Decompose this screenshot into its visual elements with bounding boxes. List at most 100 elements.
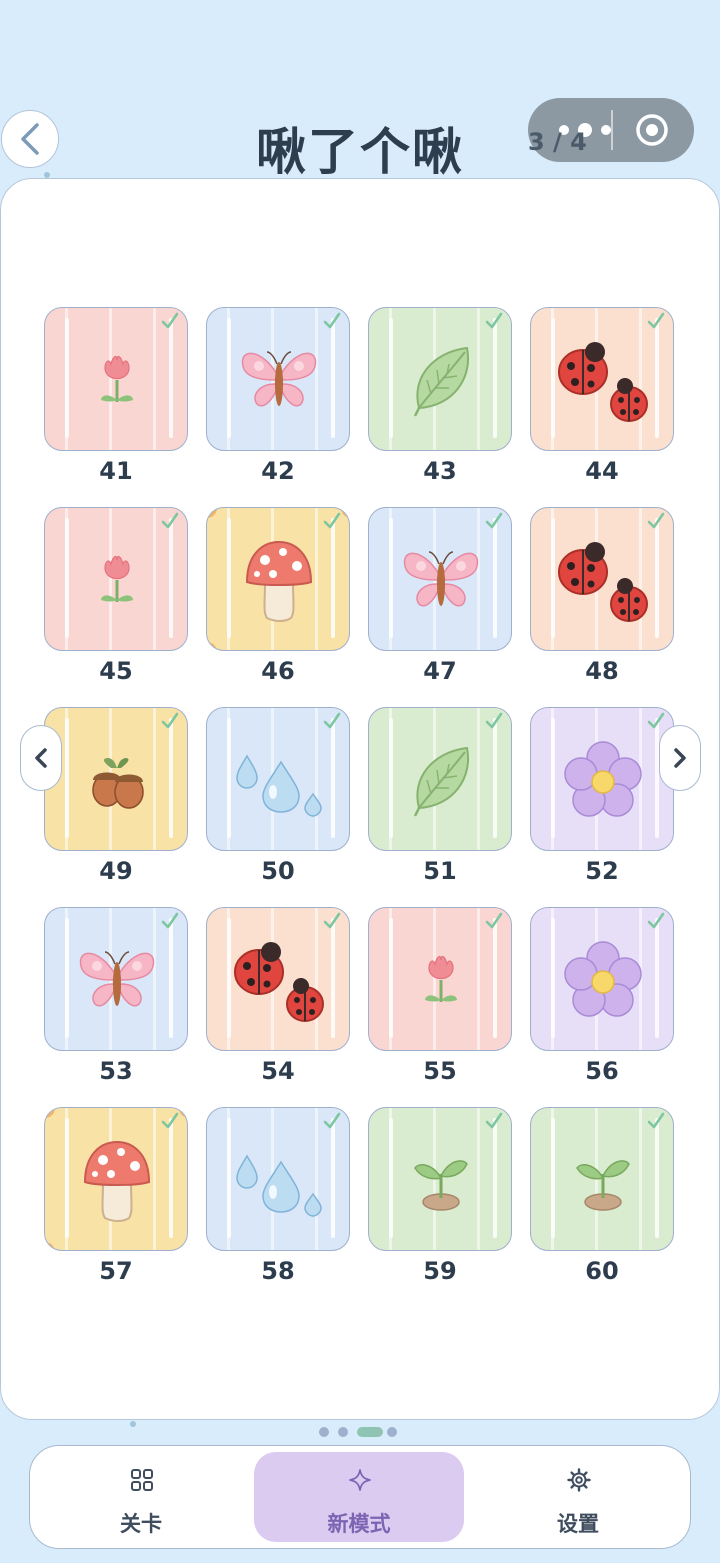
level-number: 55 <box>423 1057 457 1085</box>
tab-new-mode[interactable]: 新模式 <box>254 1452 464 1542</box>
level-tile-leaf[interactable] <box>368 707 512 851</box>
chevron-left-icon <box>35 748 47 768</box>
level-number: 54 <box>261 1057 295 1085</box>
level-card[interactable]: 46 <box>206 507 352 685</box>
gear-icon <box>567 1468 591 1492</box>
checkmark-icon <box>323 712 341 729</box>
checkmark-icon <box>647 712 665 729</box>
checkmark-icon <box>485 912 503 929</box>
level-number: 59 <box>423 1257 457 1285</box>
level-card[interactable]: 55 <box>368 907 514 1085</box>
level-card[interactable]: 51 <box>368 707 514 885</box>
level-number: 45 <box>99 657 133 685</box>
top-bar: 啾了个啾 3 / 4 <box>0 0 720 181</box>
next-page-button[interactable] <box>659 725 701 791</box>
level-panel: 41 42 43 44 45 46 47 48 49 50 51 52 53 54 55 56 57 58 59 60 <box>0 178 720 1420</box>
level-tile-sprout[interactable] <box>530 1107 674 1251</box>
level-number: 52 <box>585 857 619 885</box>
level-card[interactable]: 43 <box>368 307 514 485</box>
level-card[interactable]: 54 <box>206 907 352 1085</box>
tab-settings[interactable]: 设置 <box>473 1452 683 1542</box>
level-tile-sprout[interactable] <box>368 1107 512 1251</box>
level-card[interactable]: 52 <box>530 707 676 885</box>
checkmark-icon <box>647 912 665 929</box>
checkmark-icon <box>485 312 503 329</box>
prev-page-button[interactable] <box>20 725 62 791</box>
checkmark-icon <box>161 512 179 529</box>
checkmark-icon <box>647 512 665 529</box>
close-target-icon[interactable] <box>634 112 670 148</box>
page-dot <box>319 1427 329 1437</box>
capsule-divider <box>611 110 613 150</box>
level-number: 51 <box>423 857 457 885</box>
level-tile-flower[interactable] <box>530 707 674 851</box>
level-number: 48 <box>585 657 619 685</box>
level-tile-butterfly[interactable] <box>368 507 512 651</box>
level-card[interactable]: 42 <box>206 307 352 485</box>
tab-levels[interactable]: 关卡 <box>36 1452 246 1542</box>
checkmark-icon <box>485 712 503 729</box>
page-dot <box>338 1427 348 1437</box>
checkmark-icon <box>161 1112 179 1129</box>
level-tile-tulip[interactable] <box>44 507 188 651</box>
level-tile-tulip[interactable] <box>368 907 512 1051</box>
level-tile-butterfly[interactable] <box>206 307 350 451</box>
level-card[interactable]: 44 <box>530 307 676 485</box>
level-tile-ladybugs[interactable] <box>206 907 350 1051</box>
page-dot <box>387 1427 397 1437</box>
level-tile-acorns[interactable] <box>44 707 188 851</box>
level-number: 44 <box>585 457 619 485</box>
level-number: 46 <box>261 657 295 685</box>
checkmark-icon <box>323 912 341 929</box>
level-card[interactable]: 60 <box>530 1107 676 1285</box>
level-number: 60 <box>585 1257 619 1285</box>
level-tile-water-drops[interactable] <box>206 707 350 851</box>
checkmark-icon <box>161 712 179 729</box>
level-number: 57 <box>99 1257 133 1285</box>
checkmark-icon <box>323 1112 341 1129</box>
level-tile-flower[interactable] <box>530 907 674 1051</box>
page-dots <box>319 1427 397 1437</box>
checkmark-icon <box>323 512 341 529</box>
level-tile-butterfly[interactable] <box>44 907 188 1051</box>
level-card[interactable]: 53 <box>44 907 190 1085</box>
level-number: 53 <box>99 1057 133 1085</box>
level-card[interactable]: 50 <box>206 707 352 885</box>
level-tile-tulip[interactable] <box>44 307 188 451</box>
level-number: 42 <box>261 457 295 485</box>
checkmark-icon <box>323 312 341 329</box>
level-number: 50 <box>261 857 295 885</box>
checkmark-icon <box>161 912 179 929</box>
checkmark-icon <box>161 312 179 329</box>
level-tile-mushroom[interactable] <box>44 1107 188 1251</box>
level-number: 58 <box>261 1257 295 1285</box>
checkmark-icon <box>485 1112 503 1129</box>
level-number: 41 <box>99 457 133 485</box>
tab-label: 设置 <box>557 1512 599 1536</box>
level-number: 49 <box>99 857 133 885</box>
level-tile-mushroom[interactable] <box>206 507 350 651</box>
page-indicator: 3 / 4 <box>528 128 587 156</box>
level-card[interactable]: 57 <box>44 1107 190 1285</box>
level-tile-ladybugs[interactable] <box>530 307 674 451</box>
level-card[interactable]: 48 <box>530 507 676 685</box>
chevron-right-icon <box>674 748 686 768</box>
checkmark-icon <box>485 512 503 529</box>
level-card[interactable]: 49 <box>44 707 190 885</box>
grid-icon <box>131 1469 153 1491</box>
level-card[interactable]: 58 <box>206 1107 352 1285</box>
bottom-tab-bar: 关卡 新模式 设置 <box>29 1445 691 1549</box>
level-tile-ladybugs[interactable] <box>530 507 674 651</box>
level-number: 43 <box>423 457 457 485</box>
level-card[interactable]: 45 <box>44 507 190 685</box>
level-card[interactable]: 56 <box>530 907 676 1085</box>
level-tile-water-drops[interactable] <box>206 1107 350 1251</box>
level-number: 47 <box>423 657 457 685</box>
level-card[interactable]: 41 <box>44 307 190 485</box>
level-number: 56 <box>585 1057 619 1085</box>
sparkle-icon <box>349 1469 371 1491</box>
level-tile-leaf[interactable] <box>368 307 512 451</box>
level-card[interactable]: 47 <box>368 507 514 685</box>
decor-dot <box>130 1421 136 1427</box>
level-card[interactable]: 59 <box>368 1107 514 1285</box>
